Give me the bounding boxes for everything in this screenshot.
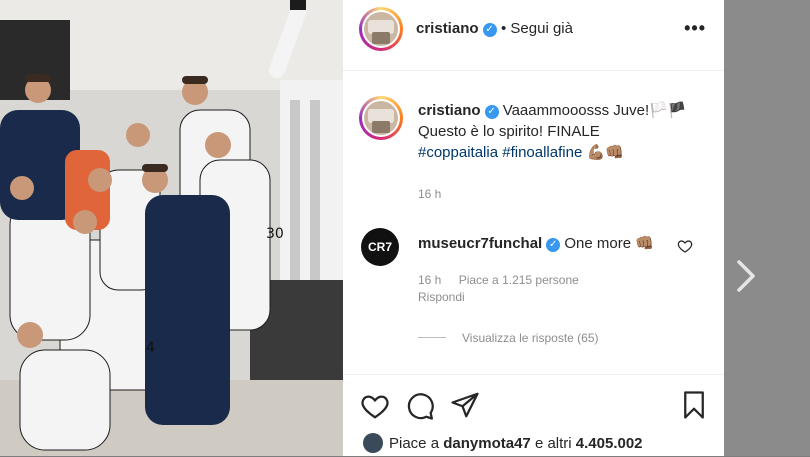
likes-summary[interactable]: Piace a danymota47 e altri 4.405.002 [363, 433, 643, 453]
comment-text: museucr7funchal ✓ One more 👊🏽 [418, 234, 654, 252]
comment-username[interactable]: museucr7funchal [418, 235, 542, 252]
caption-hashtags[interactable]: #coppaitalia #finoallafine [418, 144, 582, 161]
post-header: cristiano ✓ • Segui già ••• [343, 0, 724, 71]
svg-text:4: 4 [146, 340, 155, 356]
view-replies-button[interactable]: Visualizza le risposte (65) [418, 331, 599, 345]
likes-user[interactable]: danymota47 [443, 435, 531, 452]
caption-line2: Questo è lo spirito! FINALE [418, 123, 600, 140]
likes-prefix: Piace a [389, 435, 440, 452]
post-panel: cristiano ✓ • Segui già ••• cristiano ✓ Va… [343, 0, 724, 456]
caption-text: cristiano ✓ Vaaammooosss Juve!🏳️🏴 Questo … [418, 100, 713, 163]
caption-emoji: 💪🏽👊🏽 [586, 144, 624, 161]
comment-icon[interactable] [405, 391, 435, 421]
action-bar: Piace a danymota47 e altri 4.405.002 [343, 374, 724, 457]
share-send-icon[interactable] [450, 390, 480, 420]
replies-divider [418, 337, 446, 338]
like-heart-icon[interactable] [360, 391, 390, 421]
follow-separator: • [500, 20, 511, 37]
author-avatar[interactable] [359, 7, 403, 51]
verified-icon: ✓ [484, 105, 499, 119]
caption-time: 16 h [418, 187, 442, 201]
follow-status-button[interactable]: Segui già [510, 20, 573, 37]
caption-line1: Vaaammooosss Juve!🏳️🏴 [502, 102, 687, 119]
comment-time: 16 h [418, 273, 442, 287]
author-username[interactable]: cristiano [416, 20, 479, 37]
verified-icon: ✓ [482, 23, 497, 37]
commenter-avatar[interactable]: CR7 [361, 228, 399, 266]
view-replies-label: Visualizza le risposte (65) [462, 331, 599, 345]
comment-meta: 16 h Piace a 1.215 persone [418, 273, 579, 287]
comment-likes[interactable]: Piace a 1.215 persone [459, 273, 579, 287]
caption-username[interactable]: cristiano [418, 102, 481, 119]
save-bookmark-icon[interactable] [679, 390, 709, 420]
likes-count[interactable]: 4.405.002 [576, 435, 643, 452]
liker-avatar [363, 433, 383, 453]
header-author: cristiano ✓ • Segui già [416, 20, 573, 38]
caption-avatar[interactable] [359, 96, 403, 140]
more-options-icon[interactable]: ••• [684, 18, 706, 39]
reply-button[interactable]: Rispondi [418, 290, 465, 304]
comment-body: One more 👊🏽 [564, 235, 654, 252]
backdrop-right [724, 0, 810, 456]
comment-heart-icon[interactable] [677, 238, 693, 254]
post-photo: 30 4 [0, 0, 343, 456]
next-post-arrow-icon[interactable] [734, 258, 758, 294]
likes-middle: e altri [534, 435, 572, 452]
svg-text:30: 30 [266, 226, 284, 242]
verified-icon: ✓ [546, 238, 561, 252]
